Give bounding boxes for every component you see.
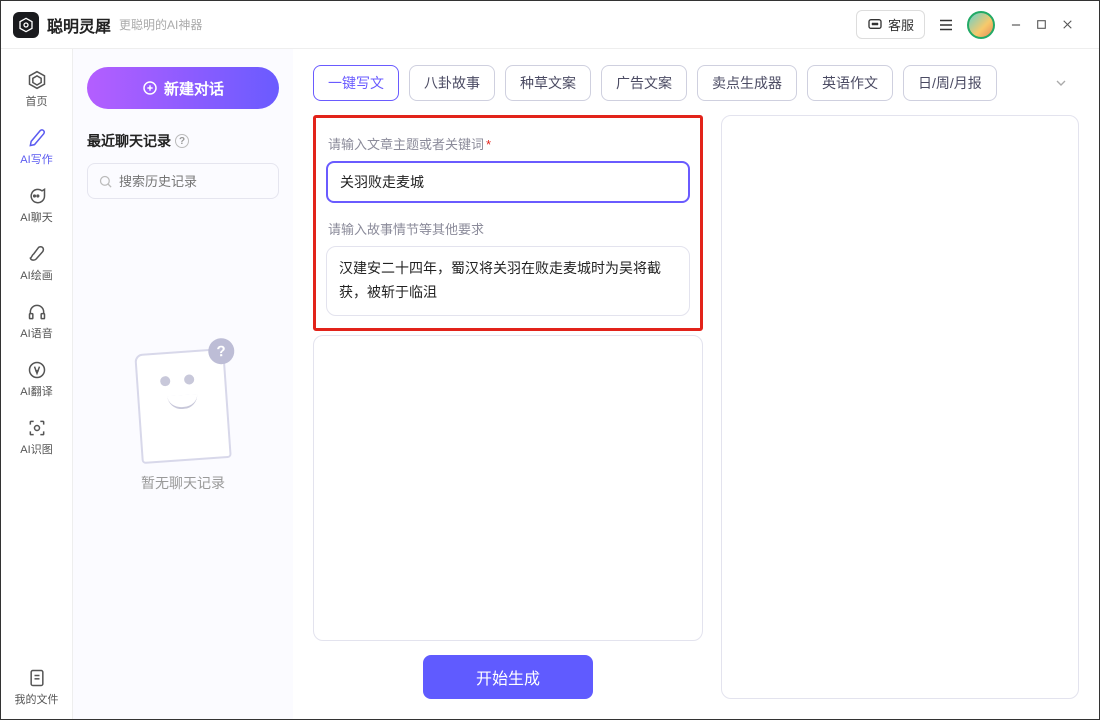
tab-report[interactable]: 日/周/月报: [903, 65, 997, 101]
minimize-icon: [1009, 18, 1023, 32]
nav-label: 首页: [26, 93, 48, 109]
support-label: 客服: [888, 15, 914, 34]
details-textarea[interactable]: [324, 346, 692, 630]
nav-write[interactable]: AI写作: [9, 121, 65, 173]
window-close-button[interactable]: [1061, 18, 1087, 31]
empty-text: 暂无聊天记录: [141, 473, 225, 493]
chat-icon: [26, 185, 48, 207]
app-logo: [13, 12, 39, 38]
history-empty-state: ? 暂无聊天记录: [87, 139, 279, 705]
nav-home[interactable]: 首页: [9, 63, 65, 115]
template-tabs: 一键写文 八卦故事 种草文案 广告文案 卖点生成器 英语作文 日/周/月报: [313, 65, 1079, 101]
form-pane: 请输入文章主题或者关键词* 请输入故事情节等其他要求 汉建安二十四年，蜀汉将关羽…: [313, 115, 703, 699]
nav-label: AI绘画: [20, 267, 52, 283]
history-panel: 新建对话 最近聊天记录 ? ? 暂无聊天记录: [73, 49, 293, 719]
nav-chat[interactable]: AI聊天: [9, 179, 65, 231]
translate-icon: [26, 359, 48, 381]
details-label: 请输入故事情节等其他要求: [328, 219, 688, 238]
nav-label: AI写作: [20, 151, 52, 167]
titlebar: 聪明灵犀 更聪明的AI神器 客服: [1, 1, 1099, 49]
window-maximize-button[interactable]: [1035, 18, 1061, 31]
nav-label: 我的文件: [15, 691, 59, 707]
chevron-down-icon: [1053, 75, 1069, 91]
nav-translate[interactable]: AI翻译: [9, 353, 65, 405]
file-icon: [26, 667, 48, 689]
close-icon: [1061, 18, 1074, 31]
nav-ocr[interactable]: AI识图: [9, 411, 65, 463]
tab-gossip-story[interactable]: 八卦故事: [409, 65, 495, 101]
details-preview: 汉建安二十四年，蜀汉将关羽在败走麦城时为吴将截获，被斩于临沮: [339, 257, 677, 305]
topic-label: 请输入文章主题或者关键词*: [328, 134, 688, 153]
tab-selling-points[interactable]: 卖点生成器: [697, 65, 797, 101]
pen-icon: [26, 127, 48, 149]
nav-paint[interactable]: AI绘画: [9, 237, 65, 289]
generate-label: 开始生成: [476, 665, 540, 689]
tab-english-essay[interactable]: 英语作文: [807, 65, 893, 101]
new-chat-label: 新建对话: [164, 78, 224, 99]
nav-label: AI翻译: [20, 383, 52, 399]
empty-illustration: ?: [134, 348, 231, 464]
tab-seed-copy[interactable]: 种草文案: [505, 65, 591, 101]
chat-bubble-icon: [867, 17, 883, 33]
hamburger-icon: [937, 16, 955, 34]
brush-icon: [26, 243, 48, 265]
nav-label: AI聊天: [20, 209, 52, 225]
avatar[interactable]: [967, 11, 995, 39]
plus-circle-icon: [142, 80, 158, 96]
topic-input[interactable]: [326, 161, 690, 203]
tab-one-click-write[interactable]: 一键写文: [313, 65, 399, 101]
headphones-icon: [26, 301, 48, 323]
window-minimize-button[interactable]: [1009, 18, 1035, 32]
side-nav: 首页 AI写作 AI聊天 AI绘画 AI语音 AI翻译 AI识图 我: [1, 49, 73, 719]
tab-ad-copy[interactable]: 广告文案: [601, 65, 687, 101]
home-icon: [26, 69, 48, 91]
tabs-expand-button[interactable]: [1043, 69, 1079, 97]
highlighted-region: 请输入文章主题或者关键词* 请输入故事情节等其他要求 汉建安二十四年，蜀汉将关羽…: [313, 115, 703, 331]
workspace: 一键写文 八卦故事 种草文案 广告文案 卖点生成器 英语作文 日/周/月报 请输…: [293, 49, 1099, 719]
output-pane: [721, 115, 1079, 699]
app-subtitle: 更聪明的AI神器: [119, 16, 202, 33]
details-area-container: [313, 335, 703, 641]
maximize-icon: [1035, 18, 1048, 31]
nav-voice[interactable]: AI语音: [9, 295, 65, 347]
nav-label: AI识图: [20, 441, 52, 457]
nav-myfiles[interactable]: 我的文件: [9, 661, 65, 713]
menu-button[interactable]: [931, 10, 961, 40]
new-chat-button[interactable]: 新建对话: [87, 67, 279, 109]
generate-button[interactable]: 开始生成: [423, 655, 593, 699]
support-button[interactable]: 客服: [856, 10, 925, 39]
nav-label: AI语音: [20, 325, 52, 341]
scan-icon: [26, 417, 48, 439]
app-title: 聪明灵犀: [47, 13, 111, 37]
